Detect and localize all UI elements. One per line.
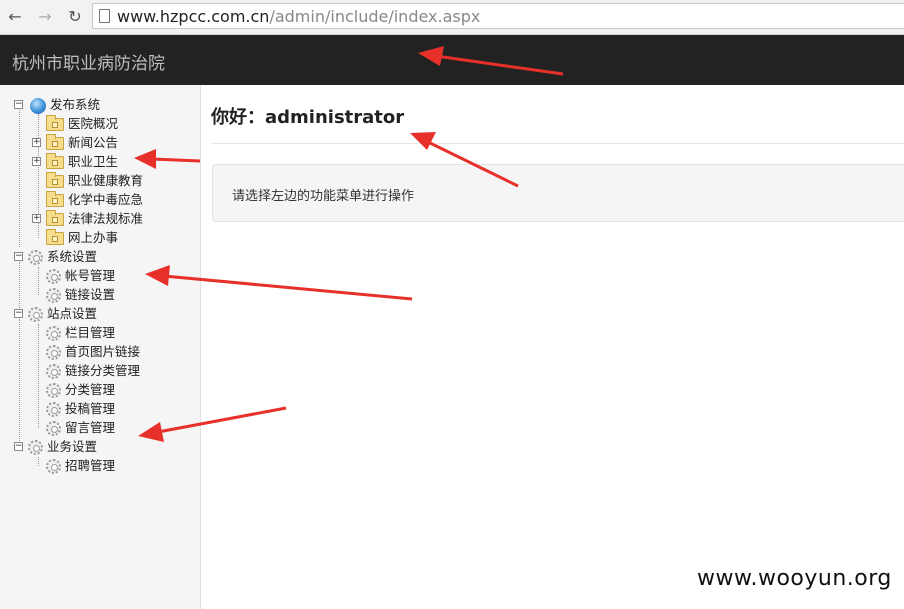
tree-node-publish-system[interactable]: − 发布系统 [14,95,100,114]
folder-icon [46,153,64,169]
expand-icon[interactable]: + [32,214,41,223]
tree-item-column-management[interactable]: 栏目管理 [32,323,115,342]
tree-label: 分类管理 [65,382,116,397]
tree-label: 业务设置 [47,439,98,454]
url-host: www.hzpcc.com.cn [117,7,270,26]
tree-item-health-education[interactable]: 职业健康教育 [32,171,143,190]
tree-label: 链接分类管理 [65,363,141,378]
gear-icon [46,383,61,398]
url-path: /admin/include/index.aspx [269,7,481,26]
gear-icon [46,288,61,303]
gear-icon [28,307,43,322]
folder-icon [46,210,64,226]
tree-node-laws-standards[interactable]: + 法律法规标准 [32,209,143,228]
forward-arrow-icon[interactable]: → [34,6,56,28]
expand-icon[interactable]: + [32,157,41,166]
collapse-icon[interactable]: − [14,252,23,261]
tree-label: 系统设置 [47,249,98,264]
divider [211,143,904,144]
tree-item-submission-management[interactable]: 投稿管理 [32,399,115,418]
back-arrow-icon[interactable]: ← [4,6,26,28]
folder-icon [46,134,64,150]
tree-node-occupational-health[interactable]: + 职业卫生 [32,152,118,171]
folder-icon [46,172,64,188]
gear-icon [46,345,61,360]
tree-label: 栏目管理 [65,325,116,340]
folder-icon [46,191,64,207]
tree-label: 职业健康教育 [68,173,144,188]
tree-label: 投稿管理 [65,401,116,416]
collapse-icon[interactable]: − [14,442,23,451]
tree-item-hospital-overview[interactable]: 医院概况 [32,114,118,133]
tree-node-site-settings[interactable]: − 站点设置 [14,304,97,323]
tree-label: 帐号管理 [65,268,116,283]
gear-icon [46,402,61,417]
info-panel: 请选择左边的功能菜单进行操作 [212,164,904,222]
tree-item-chemical-emergency[interactable]: 化学中毒应急 [32,190,143,209]
tree-item-homepage-image-links[interactable]: 首页图片链接 [32,342,140,361]
tree-label: 医院概况 [68,116,119,131]
reload-icon[interactable]: ↻ [64,6,86,28]
site-title[interactable]: 杭州市职业病防治院 [12,49,165,74]
tree-item-online-services[interactable]: 网上办事 [32,228,118,247]
tree-label: 站点设置 [47,306,98,321]
tree-line [19,110,20,247]
folder-icon [46,115,64,131]
tree-item-link-category-management[interactable]: 链接分类管理 [32,361,140,380]
app-header: 杭州市职业病防治院 [0,35,904,85]
gear-icon [46,269,61,284]
tree-item-link-settings[interactable]: 链接设置 [32,285,115,304]
tree-label: 职业卫生 [68,154,119,169]
gear-icon [28,440,43,455]
page-icon [99,9,110,23]
collapse-icon[interactable]: − [14,309,23,318]
tree-label: 网上办事 [68,230,119,245]
tree-node-news[interactable]: + 新闻公告 [32,133,118,152]
tree-label: 发布系统 [50,97,101,112]
tree-node-system-settings[interactable]: − 系统设置 [14,247,97,266]
tree-label: 化学中毒应急 [68,192,144,207]
gear-icon [46,326,61,341]
gear-icon [28,250,43,265]
greeting-heading: 你好：administrator [211,107,405,128]
gear-icon [46,421,61,436]
tree-label: 新闻公告 [68,135,119,150]
tree-line [19,319,20,447]
folder-icon [46,229,64,245]
collapse-icon[interactable]: − [14,100,23,109]
tree-item-message-management[interactable]: 留言管理 [32,418,115,437]
tree-label: 留言管理 [65,420,116,435]
tree-item-recruitment-management[interactable]: 招聘管理 [32,456,115,475]
globe-icon [30,97,46,114]
tree-label: 链接设置 [65,287,116,302]
expand-icon[interactable]: + [32,138,41,147]
tree-label: 招聘管理 [65,458,116,473]
gear-icon [46,364,61,379]
tree-item-account-management[interactable]: 帐号管理 [32,266,115,285]
info-message: 请选择左边的功能菜单进行操作 [232,189,415,204]
gear-icon [46,459,61,474]
tree-node-business-settings[interactable]: − 业务设置 [14,437,97,456]
address-bar[interactable]: www.hzpcc.com.cn/admin/include/index.asp… [92,3,904,29]
tree-label: 法律法规标准 [68,211,144,226]
watermark: www.wooyun.org [697,566,892,591]
browser-toolbar: ← → ↻ www.hzpcc.com.cn/admin/include/ind… [0,0,904,35]
tree-label: 首页图片链接 [65,344,141,359]
tree-item-category-management[interactable]: 分类管理 [32,380,115,399]
